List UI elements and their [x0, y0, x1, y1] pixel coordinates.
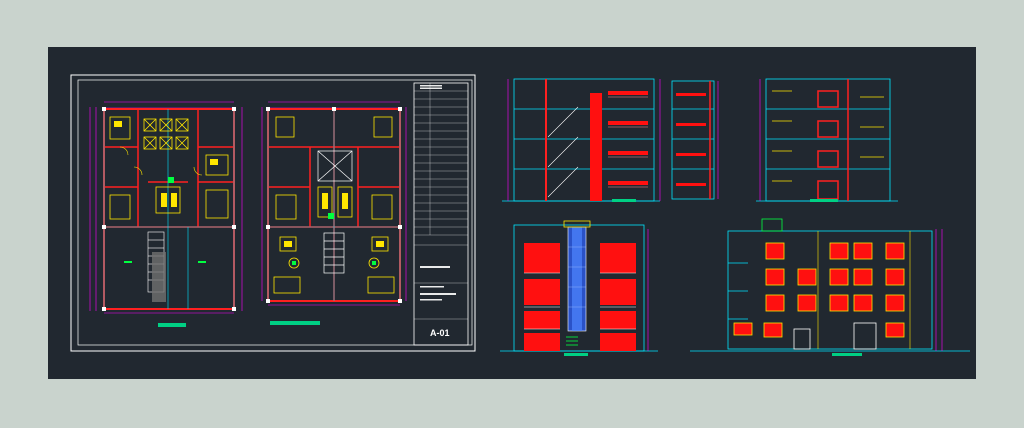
- section-label-bar: [810, 199, 838, 202]
- floor-plan-ground: [89, 101, 243, 327]
- floor-plan-typical: [261, 101, 407, 325]
- cad-drawing: A-01: [70, 74, 970, 356]
- section-b: [671, 80, 719, 200]
- sheet-code: A-01: [430, 328, 450, 338]
- section-c: [756, 78, 898, 202]
- title-block: A-01: [413, 82, 469, 346]
- cad-model-space[interactable]: A-01: [48, 47, 976, 379]
- elevation-label-bar: [832, 353, 862, 356]
- elevation-label-bar: [564, 353, 588, 356]
- front-elevation: [500, 220, 658, 356]
- plan-label-bar: [270, 321, 320, 325]
- section-label-bar: [612, 199, 636, 202]
- section-a: [502, 78, 661, 202]
- plan-label-bar: [158, 323, 186, 327]
- side-elevation: [690, 218, 970, 356]
